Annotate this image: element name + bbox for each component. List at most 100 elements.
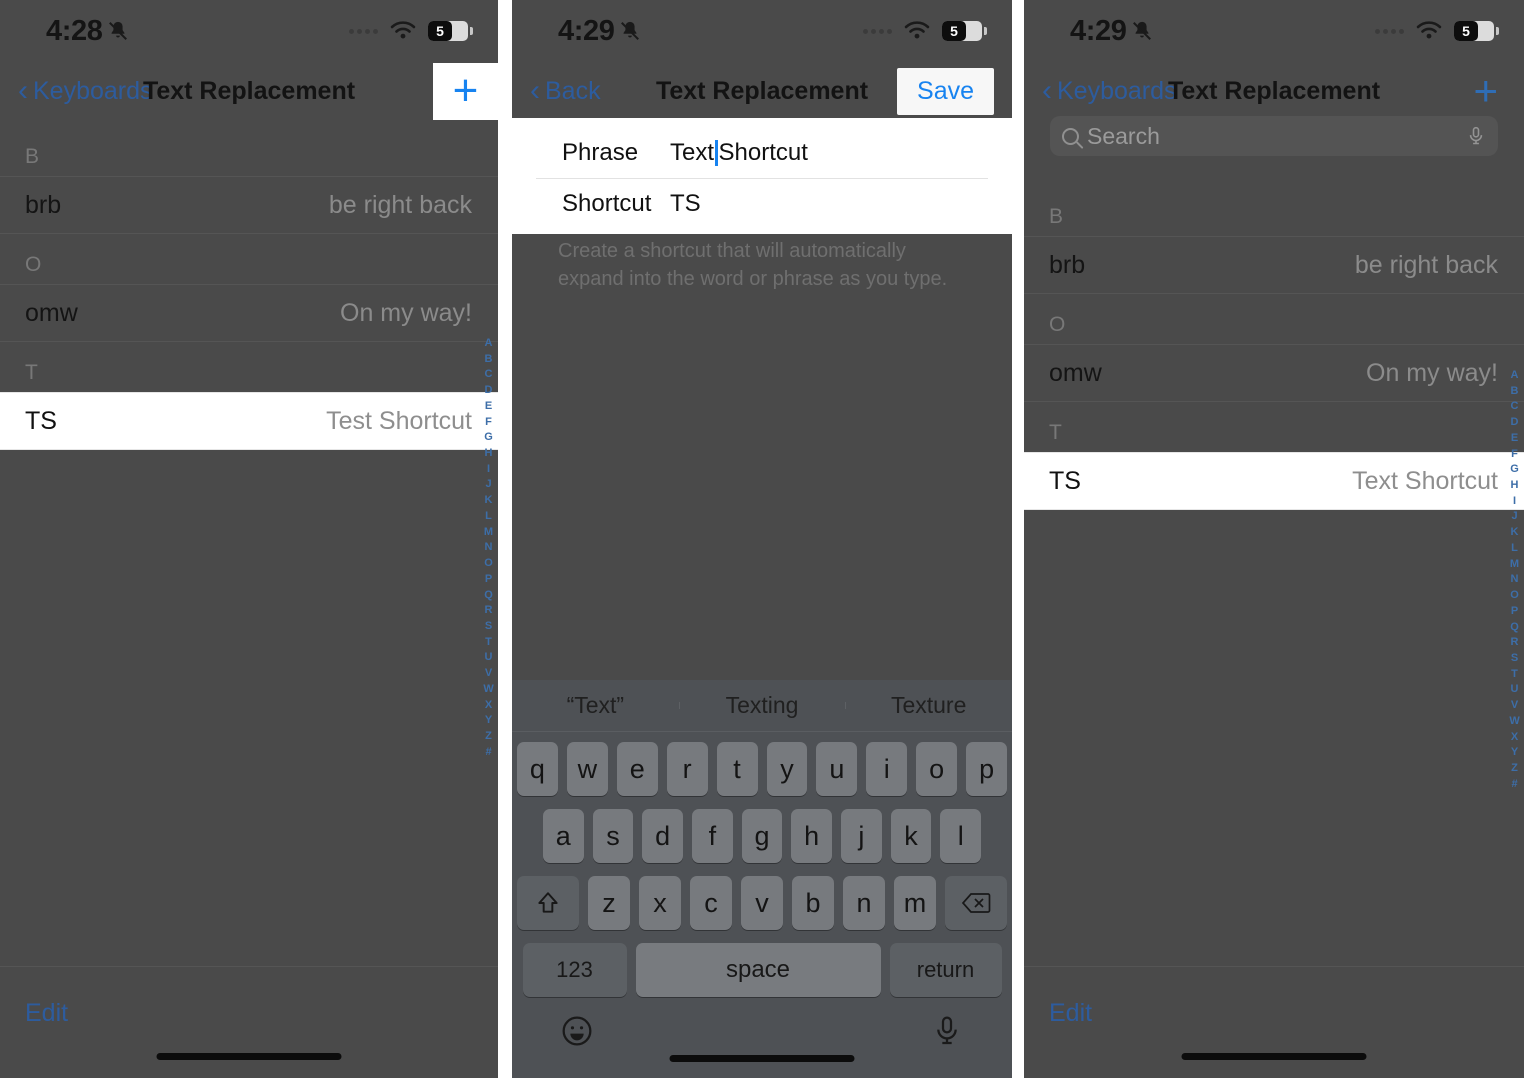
back-button[interactable]: ‹ Back [530, 76, 601, 106]
index-letter[interactable]: N [1511, 572, 1519, 588]
microphone-icon[interactable] [931, 1014, 963, 1048]
table-row[interactable]: omw On my way! [0, 284, 498, 342]
key-j[interactable]: j [841, 809, 882, 863]
shift-up-arrow-icon[interactable] [517, 876, 579, 930]
key-i[interactable]: i [866, 742, 908, 796]
index-letter[interactable]: H [485, 446, 493, 462]
shortcut-field-row[interactable]: Shortcut TS [536, 178, 988, 228]
index-letter[interactable]: I [487, 462, 490, 478]
index-letter[interactable]: P [1511, 604, 1519, 620]
key-o[interactable]: o [916, 742, 958, 796]
index-letter[interactable]: Z [485, 729, 492, 745]
back-button-keyboards[interactable]: ‹ Keyboards [18, 76, 153, 106]
add-shortcut-button[interactable]: + [1473, 70, 1506, 112]
key-m[interactable]: m [894, 876, 936, 930]
index-letter[interactable]: Q [1510, 620, 1519, 636]
index-letter[interactable]: R [1511, 635, 1519, 651]
index-letter[interactable]: U [485, 650, 493, 666]
index-letter[interactable]: X [485, 698, 493, 714]
key-n[interactable]: n [843, 876, 885, 930]
key-x[interactable]: x [639, 876, 681, 930]
index-letter[interactable]: A [1511, 368, 1519, 384]
table-row-highlighted[interactable]: TS Text Shortcut [1024, 452, 1524, 510]
key-t[interactable]: t [716, 742, 758, 796]
index-letter[interactable]: J [485, 477, 491, 493]
numbers-key[interactable]: 123 [522, 943, 627, 997]
table-row[interactable]: omw On my way! [1024, 344, 1524, 402]
index-letter[interactable]: M [484, 525, 493, 541]
key-p[interactable]: p [966, 742, 1008, 796]
index-letter[interactable]: G [484, 430, 493, 446]
prediction-0[interactable]: “Text” [512, 692, 679, 719]
key-z[interactable]: z [588, 876, 630, 930]
index-letter[interactable]: Y [1511, 745, 1519, 761]
key-s[interactable]: s [592, 809, 634, 863]
key-u[interactable]: u [816, 742, 858, 796]
index-letter[interactable]: E [1511, 431, 1519, 447]
index-letter[interactable]: C [1511, 399, 1519, 415]
space-key[interactable]: space [635, 943, 881, 997]
index-letter[interactable]: Y [485, 713, 493, 729]
emoji-smiley-icon[interactable] [561, 1014, 593, 1048]
index-letter[interactable]: B [1511, 384, 1519, 400]
index-letter[interactable]: # [485, 745, 491, 761]
key-f[interactable]: f [692, 809, 733, 863]
index-letter[interactable]: T [485, 635, 492, 651]
index-letter[interactable]: D [485, 383, 493, 399]
index-letter[interactable]: H [1511, 478, 1519, 494]
index-letter[interactable]: A [485, 336, 493, 352]
backspace-delete-icon[interactable] [945, 876, 1007, 930]
key-c[interactable]: c [690, 876, 732, 930]
index-letter[interactable]: C [485, 367, 493, 383]
index-letter[interactable]: G [1510, 462, 1519, 478]
prediction-2[interactable]: Texture [845, 692, 1012, 719]
index-letter[interactable]: V [485, 666, 493, 682]
index-letter[interactable]: O [1510, 588, 1519, 604]
key-d[interactable]: d [642, 809, 683, 863]
key-h[interactable]: h [791, 809, 833, 863]
index-letter[interactable]: K [485, 493, 493, 509]
key-a[interactable]: a [542, 809, 584, 863]
table-row[interactable]: brb be right back [0, 176, 498, 234]
index-letter[interactable]: U [1511, 682, 1519, 698]
index-letter[interactable]: R [485, 603, 493, 619]
key-e[interactable]: e [616, 742, 658, 796]
index-letter[interactable]: X [1511, 730, 1519, 746]
edit-button[interactable]: Edit [1049, 999, 1092, 1028]
table-row[interactable]: brb be right back [1024, 236, 1524, 294]
return-key[interactable]: return [889, 943, 1002, 997]
index-letter[interactable]: W [1509, 714, 1520, 730]
phrase-input[interactable]: Text Shortcut [670, 139, 808, 167]
key-g[interactable]: g [741, 809, 783, 863]
index-letter[interactable]: W [483, 682, 494, 698]
key-b[interactable]: b [792, 876, 834, 930]
edit-button[interactable]: Edit [25, 999, 68, 1028]
key-v[interactable]: v [741, 876, 783, 930]
index-letter[interactable]: Q [484, 588, 493, 604]
index-letter[interactable]: I [1513, 494, 1516, 510]
index-letter[interactable]: O [484, 556, 493, 572]
index-letter[interactable]: V [1511, 698, 1519, 714]
save-button[interactable]: Save [897, 67, 994, 115]
index-letter[interactable]: M [1510, 557, 1519, 573]
index-letter[interactable]: P [485, 572, 493, 588]
index-letter[interactable]: Z [1511, 761, 1518, 777]
index-letter[interactable]: F [485, 415, 492, 431]
search-input[interactable]: Search [1050, 116, 1498, 156]
index-letter[interactable]: L [485, 509, 492, 525]
key-r[interactable]: r [666, 742, 708, 796]
key-y[interactable]: y [766, 742, 808, 796]
index-letter[interactable]: N [485, 540, 493, 556]
index-letter[interactable]: B [485, 352, 493, 368]
key-q[interactable]: q [516, 742, 558, 796]
index-letter[interactable]: T [1511, 667, 1518, 683]
index-letter[interactable]: F [1511, 447, 1518, 463]
index-letter[interactable]: S [1511, 651, 1519, 667]
alphabet-index[interactable]: A B C D E F G H I J K L M N O P Q R S T U V W X Y Z # [1509, 368, 1520, 792]
key-k[interactable]: k [890, 809, 932, 863]
index-letter[interactable]: S [485, 619, 493, 635]
index-letter[interactable]: # [1511, 777, 1517, 793]
table-row-highlighted[interactable]: TS Test Shortcut [0, 392, 498, 450]
key-w[interactable]: w [566, 742, 608, 796]
prediction-1[interactable]: Texting [678, 692, 846, 719]
